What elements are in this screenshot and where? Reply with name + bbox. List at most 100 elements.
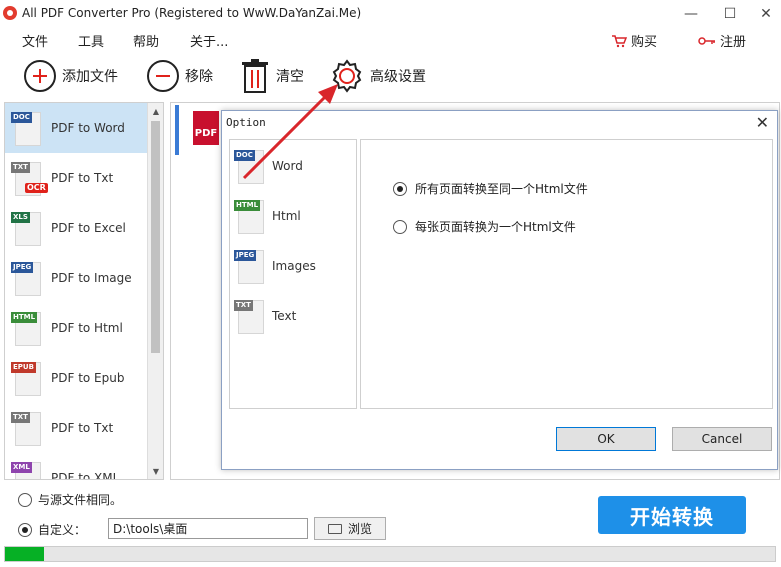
folder-icon xyxy=(327,523,342,534)
radio-per-page-html[interactable]: 每张页面转换为一个Html文件 xyxy=(393,218,576,235)
scroll-up-icon[interactable]: ▲ xyxy=(148,103,163,119)
output-custom-option[interactable]: 自定义： xyxy=(18,521,86,538)
menu-about[interactable]: 关于... xyxy=(190,31,228,50)
sidebar-item-label: PDF to Txt xyxy=(51,171,114,185)
file-tag: XML xyxy=(11,462,32,473)
sidebar-item-pdf-to-txt[interactable]: TXT PDF to Txt xyxy=(5,403,147,453)
xls-file-icon: XLS xyxy=(9,208,45,248)
txt-file-icon: TXT xyxy=(9,408,45,448)
sidebar-item-pdf-to-epub[interactable]: EPUB PDF to Epub xyxy=(5,353,147,403)
radio-button[interactable] xyxy=(393,219,407,234)
option-item-label: Html xyxy=(272,209,301,223)
sidebar-item-label: PDF to Image xyxy=(51,271,132,285)
start-convert-button[interactable]: 开始转换 xyxy=(598,496,746,534)
cancel-button[interactable]: Cancel xyxy=(672,427,772,451)
file-tag: TXT xyxy=(234,300,253,311)
advanced-settings-label: 高级设置 xyxy=(370,69,426,85)
file-tag: HTML xyxy=(234,200,261,211)
html-file-icon: HTML xyxy=(9,308,45,348)
add-file-button[interactable]: 添加文件 xyxy=(24,58,118,94)
sidebar-item-label: PDF to Excel xyxy=(51,221,126,235)
ok-button[interactable]: OK xyxy=(556,427,656,451)
file-tag: TXT xyxy=(11,412,30,423)
add-icon xyxy=(24,60,56,92)
register-link[interactable]: 注册 xyxy=(698,31,746,50)
sidebar-scrollbar[interactable]: ▲ ▼ xyxy=(147,103,163,479)
dialog-close-icon[interactable]: ✕ xyxy=(756,113,769,132)
sidebar-item-pdf-to-html[interactable]: HTML PDF to Html xyxy=(5,303,147,353)
radio-button[interactable] xyxy=(18,492,32,507)
option-item-label: Text xyxy=(272,309,297,323)
menu-file[interactable]: 文件 xyxy=(22,31,48,50)
sidebar-item-label: PDF to Txt xyxy=(51,421,114,435)
title-bar: All PDF Converter Pro (Registered to WwW… xyxy=(0,0,781,28)
option-item-text[interactable]: TXT Text xyxy=(232,292,356,340)
menu-help[interactable]: 帮助 xyxy=(133,31,159,50)
radio-button[interactable] xyxy=(393,181,407,196)
remove-icon xyxy=(147,60,179,92)
toolbar: 添加文件 移除 清空 高级设置 xyxy=(0,54,781,98)
option-item-label: Word xyxy=(272,159,303,173)
add-file-label: 添加文件 xyxy=(62,69,118,85)
file-tag: JPEG xyxy=(234,250,257,261)
output-settings: 与源文件相同。 自定义： 浏览 开始转换 xyxy=(0,484,781,567)
option-category-list: DOC Word HTML Html JPEG Images TXT Text xyxy=(229,139,357,409)
register-label: 注册 xyxy=(720,35,747,50)
output-same-as-source-option[interactable]: 与源文件相同。 xyxy=(18,491,122,508)
window-title: All PDF Converter Pro (Registered to WwW… xyxy=(22,6,362,20)
option-dialog: Option ✕ DOC Word HTML Html JPEG Images … xyxy=(221,110,778,470)
menu-bar: 文件 工具 帮助 关于... 购买 注册 xyxy=(0,28,781,52)
txt-file-icon: TXT OCR xyxy=(9,158,48,198)
scroll-down-icon[interactable]: ▼ xyxy=(148,463,163,479)
clear-label: 清空 xyxy=(276,69,304,85)
file-tag: HTML xyxy=(11,312,38,323)
menu-tools[interactable]: 工具 xyxy=(78,31,104,50)
doc-file-icon: DOC xyxy=(9,108,45,148)
sidebar-item-label: PDF to Word xyxy=(51,121,125,135)
custom-label: 自定义： xyxy=(38,523,87,537)
browse-button[interactable]: 浏览 xyxy=(314,517,386,540)
buy-label: 购买 xyxy=(631,35,658,50)
same-as-source-label: 与源文件相同。 xyxy=(38,493,123,507)
clear-button[interactable]: 清空 xyxy=(240,58,304,94)
scrollbar-thumb[interactable] xyxy=(151,121,160,353)
sidebar-item-label: PDF to Html xyxy=(51,321,123,335)
conversion-type-list: DOC PDF to Word TXT OCR PDF to Txt XLS PD… xyxy=(4,102,164,480)
trash-icon xyxy=(242,59,268,93)
txt-file-icon: TXT xyxy=(232,296,268,336)
file-tag: EPUB xyxy=(11,362,36,373)
file-row-accent xyxy=(175,105,179,155)
close-button[interactable]: ✕ xyxy=(748,0,781,28)
xml-file-icon: XML xyxy=(9,458,45,479)
remove-button[interactable]: 移除 xyxy=(147,58,213,94)
option-item-word[interactable]: DOC Word xyxy=(232,142,356,190)
option-item-html[interactable]: HTML Html xyxy=(232,192,356,240)
jpeg-file-icon: JPEG xyxy=(9,258,45,298)
ocr-badge: OCR xyxy=(25,183,48,193)
key-icon xyxy=(698,36,715,45)
option-item-label: Images xyxy=(272,259,316,273)
cart-icon xyxy=(612,34,627,47)
sidebar-item-pdf-to-word[interactable]: DOC PDF to Word xyxy=(5,103,147,153)
advanced-settings-button[interactable]: 高级设置 xyxy=(330,58,426,94)
buy-link[interactable]: 购买 xyxy=(611,31,657,50)
minimize-button[interactable]: — xyxy=(673,0,709,28)
file-tag: JPEG xyxy=(11,262,34,273)
file-tag: DOC xyxy=(234,150,255,161)
sidebar-item-pdf-to-xml[interactable]: XML PDF to XML xyxy=(5,453,147,480)
dialog-title: Option xyxy=(226,116,266,129)
radio-button[interactable] xyxy=(18,522,32,537)
file-tag: XLS xyxy=(11,212,30,223)
sidebar-item-pdf-to-excel[interactable]: XLS PDF to Excel xyxy=(5,203,147,253)
doc-file-icon: DOC xyxy=(232,146,268,186)
pdf-file-icon[interactable]: PDF xyxy=(193,111,219,145)
epub-file-icon: EPUB xyxy=(9,358,45,398)
progress-fill xyxy=(5,547,44,561)
sidebar-item-pdf-to-txt-ocr[interactable]: TXT OCR PDF to Txt xyxy=(5,153,147,203)
radio-single-html[interactable]: 所有页面转换至同一个Html文件 xyxy=(393,180,588,197)
output-path-input[interactable] xyxy=(108,518,308,539)
option-item-images[interactable]: JPEG Images xyxy=(232,242,356,290)
sidebar-item-label: PDF to XML xyxy=(51,471,120,480)
sidebar-item-pdf-to-image[interactable]: JPEG PDF to Image xyxy=(5,253,147,303)
maximize-button[interactable]: ☐ xyxy=(712,0,748,28)
